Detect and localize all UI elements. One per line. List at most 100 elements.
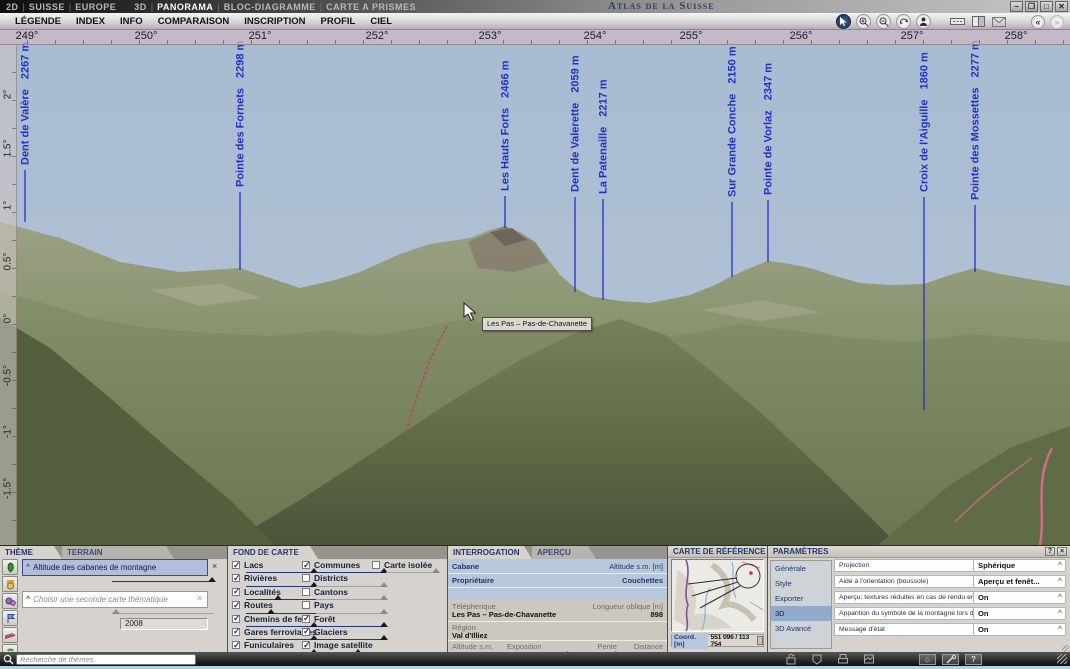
checkbox-unchecked-icon[interactable] [372,561,380,569]
checkbox-checked-icon[interactable] [232,574,240,582]
checkbox-unchecked-icon[interactable] [302,574,310,582]
layer-item[interactable]: Forêt [302,614,372,627]
menu-legende[interactable]: LÉGENDE [15,16,61,27]
printer-icon[interactable] [837,653,849,665]
remove-theme-button[interactable]: × [212,562,217,571]
checkbox-checked-icon[interactable] [232,601,240,609]
layer-item[interactable]: Districts [302,573,372,586]
layer-item[interactable]: Gares ferroviaires [232,627,302,640]
help-button[interactable]: ? [1045,547,1055,556]
observer-position-button[interactable] [916,14,931,29]
theme-transparency-slider[interactable] [112,576,214,582]
layer-item[interactable]: Cantons [302,587,372,600]
layer-item[interactable]: Rivières [232,573,302,586]
panel-resize-grip[interactable] [1062,645,1069,652]
layer-item[interactable]: Lacs [232,560,302,573]
restore-button[interactable]: ❐ [1025,1,1038,12]
parameter-dropdown[interactable]: Aperçu et fenêt...^ [973,576,1065,587]
tools-button[interactable] [942,654,959,665]
checkbox-unchecked-icon[interactable] [302,601,310,609]
economy-theme-icon[interactable] [2,593,18,609]
sidebar-item-3d[interactable]: 3D [771,606,831,621]
layer-item[interactable]: Communes [302,560,372,573]
home-button[interactable]: ⌂ [919,654,936,665]
mail-button[interactable] [991,16,1007,28]
tab-terrain[interactable]: TERRAIN [62,546,174,559]
menu-ciel[interactable]: CIEL [370,16,392,27]
minimize-button[interactable]: – [1010,1,1023,12]
menu-panorama[interactable]: PANORAMA [157,2,213,12]
parameter-dropdown[interactable]: On^ [973,624,1065,635]
sidebar-item-exporter[interactable]: Exporter [771,591,831,606]
layout-button[interactable] [970,16,986,28]
tab-interrogation[interactable]: INTERROGATION [448,546,532,559]
layer-item[interactable]: Glaciers [302,627,372,640]
checkbox-checked-icon[interactable] [232,628,240,636]
tab-apercu[interactable]: APERÇU [532,546,596,559]
pan-tool-button[interactable] [836,14,851,29]
sidebar-item-generale[interactable]: Générale [771,561,831,576]
panorama-viewport[interactable]: Dent de Valère2267 m Pointe des Fornets2… [0,30,1070,545]
menu-3d[interactable]: 3D [134,2,147,12]
lock-icon[interactable] [785,653,797,665]
layer-item[interactable]: Carte isolée [372,560,442,573]
badge-icon[interactable] [811,653,823,665]
sidebar-item-3d-avance[interactable]: 3D Avancé [771,621,831,636]
close-panel-button[interactable]: × [1057,547,1067,556]
checkbox-checked-icon[interactable] [302,628,310,636]
forward-button[interactable]: » [1050,15,1064,29]
menu-carte-a-prismes[interactable]: CARTE A PRISMES [326,2,416,12]
parameter-dropdown[interactable]: Sphérique^ [973,560,1065,571]
checkbox-checked-icon[interactable] [232,615,240,623]
layer-item[interactable]: Localités [232,587,302,600]
sidebar-item-style[interactable]: Style [771,576,831,591]
state-theme-icon[interactable] [2,610,18,626]
primary-theme-select[interactable]: ^ Altitude des cabanes de montagne [22,559,208,576]
layer-item[interactable]: Pays [302,600,372,613]
nature-theme-icon[interactable] [2,559,18,575]
globe-icon[interactable] [863,653,875,665]
parameter-dropdown[interactable]: On^ [973,592,1065,603]
menu-info[interactable]: INFO [120,16,143,27]
checkbox-checked-icon[interactable] [302,641,310,649]
menu-profil[interactable]: PROFIL [321,16,356,27]
menu-2d[interactable]: 2D [6,2,19,12]
population-theme-icon[interactable] [2,576,18,592]
measure-button[interactable] [949,16,965,28]
checkbox-checked-icon[interactable] [232,561,240,569]
layer-opacity-slider[interactable] [386,567,438,573]
tab-theme[interactable]: THÈME [0,546,62,559]
back-button[interactable]: « [1031,15,1045,29]
parameters-sidebar: Générale Style Exporter 3D 3D Avancé [770,560,832,649]
year-field[interactable]: 2008 [120,618,208,630]
menu-index[interactable]: INDEX [76,16,105,27]
checkbox-checked-icon[interactable] [302,615,310,623]
checkbox-checked-icon[interactable] [232,588,240,596]
layer-item[interactable]: Chemins de fer [232,614,302,627]
maximize-button[interactable]: □ [1040,1,1053,12]
layer-item[interactable]: Routes [232,600,302,613]
rotate-view-button[interactable] [896,14,911,29]
close-button[interactable]: ✕ [1055,1,1068,12]
remove-secondary-theme-button[interactable]: × [197,594,202,603]
theme-search-input[interactable] [16,654,196,665]
help-status-button[interactable]: ? [965,654,982,665]
window-resize-grip[interactable] [1057,654,1067,664]
secondary-theme-select[interactable]: ^ Choisir une seconde carte thématique [22,591,208,608]
checkbox-unchecked-icon[interactable] [302,588,310,596]
menu-europe[interactable]: EUROPE [75,2,116,12]
checkbox-checked-icon[interactable] [232,641,240,649]
transport-theme-icon[interactable] [2,627,18,643]
coord-format-button[interactable] [757,636,763,645]
parameter-dropdown[interactable]: On^ [973,608,1065,619]
zoom-in-button[interactable] [856,14,871,29]
secondary-transparency-slider[interactable] [112,608,214,614]
menu-comparaison[interactable]: COMPARAISON [158,16,230,27]
menu-suisse[interactable]: SUISSE [29,2,65,12]
checkbox-checked-icon[interactable] [302,561,310,569]
menu-bloc-diagramme[interactable]: BLOC-DIAGRAMME [224,2,316,12]
menu-inscription[interactable]: INSCRIPTION [244,16,305,27]
reference-map[interactable] [671,559,764,632]
status-icons [785,653,875,665]
zoom-out-button[interactable] [876,14,891,29]
